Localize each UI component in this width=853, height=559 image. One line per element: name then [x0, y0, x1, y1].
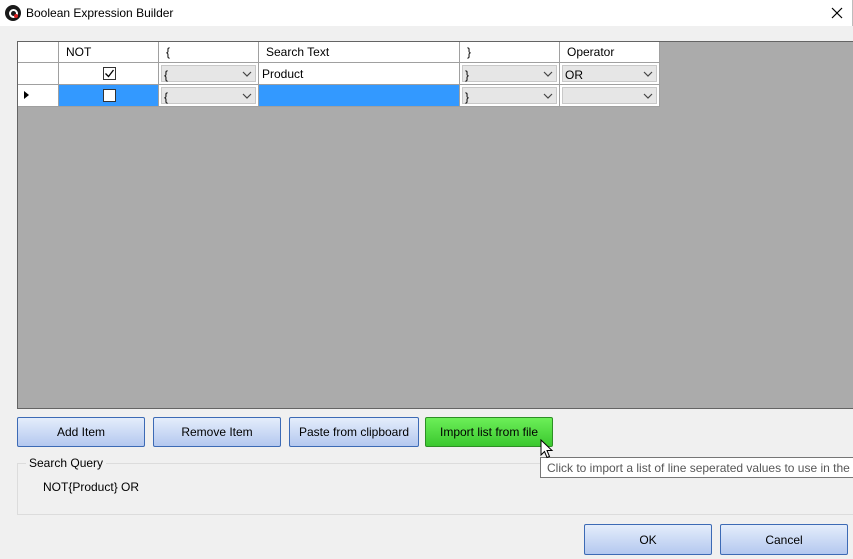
operator-dropdown[interactable]	[562, 87, 657, 104]
open-brace-value: {	[164, 68, 169, 82]
grid-header: NOT { Search Text } Operator	[18, 42, 660, 63]
open-brace-cell[interactable]: {	[159, 85, 259, 107]
search-text-value: Product	[262, 67, 304, 81]
chevron-down-icon[interactable]	[539, 66, 556, 81]
column-header-open-brace[interactable]: {	[159, 42, 259, 63]
column-header-not[interactable]: NOT	[59, 42, 159, 63]
not-cell[interactable]	[59, 85, 159, 107]
row-header[interactable]	[18, 63, 59, 85]
row-indicator-icon	[24, 91, 29, 99]
window-title: Boolean Expression Builder	[26, 6, 174, 20]
close-brace-value: }	[465, 68, 470, 82]
import-tooltip: Click to import a list of line seperated…	[540, 457, 853, 478]
operator-value: OR	[565, 68, 583, 82]
search-text-cell[interactable]: Product	[259, 63, 460, 85]
close-brace-dropdown[interactable]: }	[462, 65, 557, 82]
column-header-operator[interactable]: Operator	[560, 42, 660, 63]
open-brace-dropdown[interactable]: {	[161, 65, 256, 82]
search-query-value: NOT{Product} OR	[43, 480, 140, 494]
search-query-label: Search Query	[26, 456, 107, 470]
chevron-down-icon[interactable]	[639, 66, 656, 81]
close-button[interactable]	[822, 0, 852, 26]
chevron-down-icon[interactable]	[238, 66, 255, 81]
ok-button[interactable]: OK	[584, 524, 712, 555]
add-item-button[interactable]: Add Item	[17, 417, 145, 447]
table-row-new[interactable]: { }	[18, 85, 660, 107]
column-header-search-text[interactable]: Search Text	[259, 42, 460, 63]
operator-cell[interactable]	[560, 85, 660, 107]
close-brace-value: }	[465, 90, 470, 104]
not-checkbox[interactable]	[103, 89, 116, 102]
close-brace-dropdown[interactable]: }	[462, 87, 557, 104]
close-brace-cell[interactable]: }	[460, 63, 560, 85]
table-row[interactable]: { Product } OR	[18, 63, 660, 85]
mouse-pointer-icon	[540, 439, 554, 459]
open-brace-value: {	[164, 90, 169, 104]
not-checkbox[interactable]	[103, 67, 116, 80]
cancel-button[interactable]: Cancel	[720, 524, 848, 555]
operator-cell[interactable]: OR	[560, 63, 660, 85]
close-icon	[831, 7, 843, 19]
operator-dropdown[interactable]: OR	[562, 65, 657, 82]
app-logo-icon	[5, 5, 21, 21]
column-header-close-brace[interactable]: }	[460, 42, 560, 63]
import-list-from-file-button[interactable]: Import list from file	[425, 417, 553, 447]
open-brace-cell[interactable]: {	[159, 63, 259, 85]
check-icon	[105, 69, 115, 78]
chevron-down-icon[interactable]	[539, 88, 556, 103]
search-text-cell[interactable]	[259, 85, 460, 107]
chevron-down-icon[interactable]	[639, 88, 656, 103]
row-header[interactable]	[18, 85, 59, 107]
remove-item-button[interactable]: Remove Item	[153, 417, 281, 447]
title-bar: Boolean Expression Builder	[0, 0, 853, 26]
paste-from-clipboard-button[interactable]: Paste from clipboard	[289, 417, 419, 447]
expression-grid[interactable]: NOT { Search Text } Operator { Product}…	[17, 41, 853, 409]
close-brace-cell[interactable]: }	[460, 85, 560, 107]
chevron-down-icon[interactable]	[238, 88, 255, 103]
row-header-corner	[18, 42, 59, 63]
not-cell[interactable]	[59, 63, 159, 85]
open-brace-dropdown[interactable]: {	[161, 87, 256, 104]
